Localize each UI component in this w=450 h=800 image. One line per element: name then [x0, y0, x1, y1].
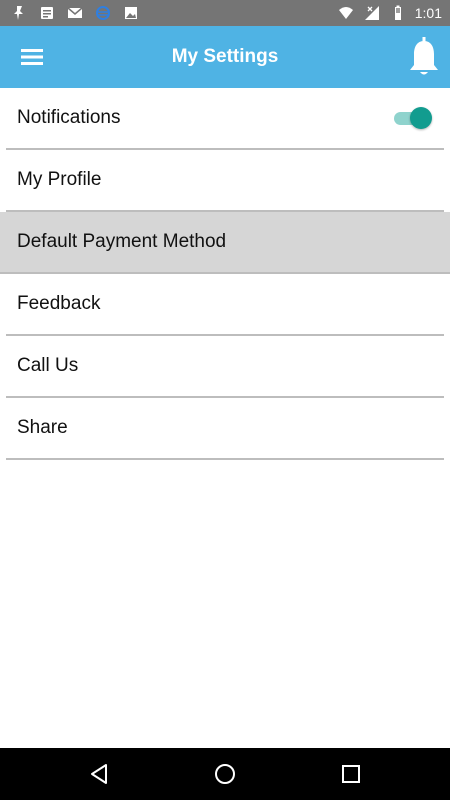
status-time: 1:01: [414, 5, 442, 21]
battery-icon: [389, 4, 407, 22]
settings-item-share[interactable]: Share: [6, 398, 444, 460]
settings-item-label: Share: [17, 417, 68, 438]
settings-item-default-payment-method[interactable]: Default Payment Method: [0, 212, 450, 274]
settings-item-feedback[interactable]: Feedback: [6, 274, 444, 336]
page-title: My Settings: [171, 46, 279, 67]
toggle-thumb: [410, 107, 432, 129]
recents-icon[interactable]: [337, 760, 365, 788]
settings-list: Notifications My Profile Default Payment…: [0, 88, 450, 460]
status-notification-icons: [10, 4, 140, 22]
bell-icon[interactable]: [406, 35, 442, 79]
signal-icon: [363, 4, 381, 22]
settings-item-label: Feedback: [17, 293, 101, 314]
settings-item-label: Call Us: [17, 355, 79, 376]
notifications-toggle[interactable]: [394, 107, 432, 129]
pin-icon: [10, 4, 28, 22]
sync-icon: [94, 4, 112, 22]
navigation-bar: [0, 748, 450, 800]
back-icon[interactable]: [85, 760, 113, 788]
image-icon: [122, 4, 140, 22]
mail-icon: [66, 4, 84, 22]
hamburger-menu-icon[interactable]: [14, 39, 50, 75]
article-icon: [38, 4, 56, 22]
status-system-icons: 1:01: [337, 4, 442, 22]
settings-item-label: Default Payment Method: [17, 231, 227, 252]
settings-item-call-us[interactable]: Call Us: [6, 336, 444, 398]
settings-item-label: Notifications: [17, 107, 121, 128]
settings-item-notifications[interactable]: Notifications: [6, 88, 444, 150]
settings-item-my-profile[interactable]: My Profile: [6, 150, 444, 212]
status-bar: 1:01: [0, 0, 450, 26]
home-icon[interactable]: [211, 760, 239, 788]
wifi-icon: [337, 4, 355, 22]
app-bar: My Settings: [0, 26, 450, 88]
settings-item-label: My Profile: [17, 169, 102, 190]
